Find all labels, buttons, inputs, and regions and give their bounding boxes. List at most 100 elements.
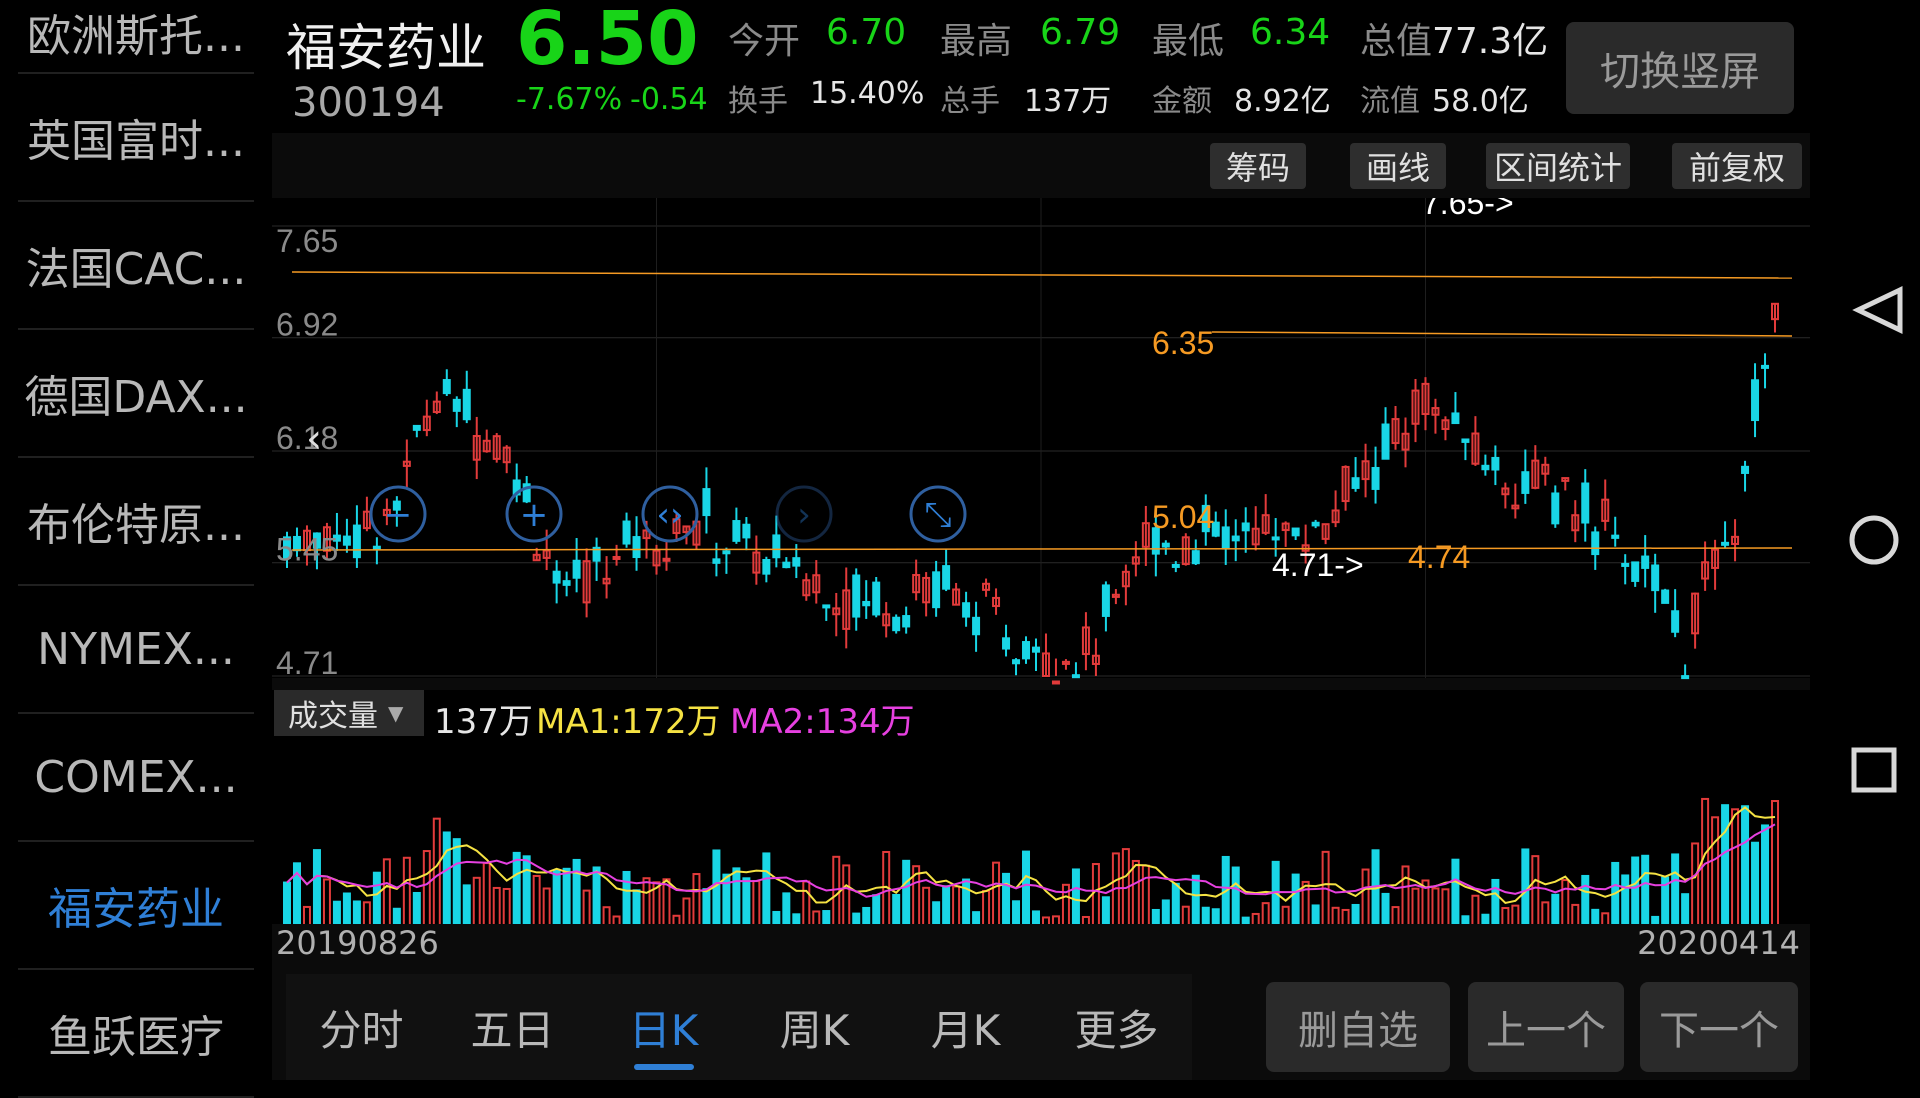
y-tick-label: 6.92 — [276, 307, 338, 343]
candle-body — [1521, 471, 1530, 494]
tab-more[interactable]: 更多 — [1041, 974, 1192, 1080]
candle-body — [1012, 659, 1021, 665]
volume-bar — [1291, 873, 1300, 924]
volume-bar — [342, 892, 351, 924]
sidebar-item[interactable]: 布伦特原... — [18, 458, 254, 586]
candle-body — [932, 571, 941, 609]
volume-bar — [512, 851, 521, 924]
previous-stock-button[interactable]: 上一个 — [1468, 982, 1624, 1072]
mcap-value: 77.3亿 — [1432, 21, 1549, 62]
candle-body — [782, 561, 791, 569]
volume-bar — [1481, 913, 1490, 924]
volume-bar — [442, 831, 451, 924]
open-label: 今开 — [728, 21, 801, 62]
candle-body — [942, 565, 951, 590]
candle-body — [1621, 562, 1630, 567]
volume-bar — [1311, 904, 1320, 924]
tab-monthly-k[interactable]: 月K — [890, 974, 1041, 1080]
volume-bar — [1581, 874, 1590, 924]
change-amount: -0.54 — [630, 82, 708, 117]
volume-bar — [1551, 893, 1560, 924]
price-adjust-button[interactable]: 前复权 — [1672, 143, 1802, 189]
kline-chart[interactable]: 7.656.926.185.454.71 7.65->6.355.044.71-… — [272, 198, 1810, 924]
volume-bar — [312, 849, 321, 924]
volume-bar — [822, 910, 831, 924]
candle-body — [352, 524, 361, 559]
sidebar-item-active[interactable]: 福安药业 — [18, 842, 254, 970]
candle-body — [1191, 550, 1200, 565]
candle-body — [1651, 564, 1660, 592]
remove-watchlist-button[interactable]: 删自选 — [1266, 982, 1450, 1072]
candle-body — [1241, 522, 1250, 532]
range-stats-button[interactable]: 区间统计 — [1486, 143, 1630, 189]
sidebar-item[interactable]: NYMEX... — [18, 586, 254, 714]
volume-bar — [592, 866, 601, 924]
sidebar-item[interactable]: 法国CAC... — [18, 202, 254, 330]
next-stock-button[interactable]: 下一个 — [1640, 982, 1798, 1072]
candle-body — [1461, 438, 1470, 443]
candle-body — [1311, 521, 1320, 527]
volume-bar — [1631, 856, 1640, 924]
recents-icon[interactable] — [1851, 747, 1897, 793]
chips-button[interactable]: 筹码 — [1210, 143, 1306, 189]
sidebar-item[interactable]: 欧洲斯托... — [18, 0, 254, 74]
candle-body — [1671, 610, 1680, 633]
amount-value: 8.92亿 — [1234, 84, 1331, 119]
home-icon[interactable] — [1849, 515, 1899, 565]
candle-body — [852, 574, 861, 618]
price-annotation: 4.74 — [1408, 539, 1470, 575]
candle-body — [772, 534, 781, 559]
tab-intraday[interactable]: 分时 — [286, 974, 437, 1080]
candle-body — [1721, 541, 1730, 546]
sidebar-item[interactable]: COMEX... — [18, 714, 254, 842]
draw-line-button[interactable]: 画线 — [1350, 143, 1446, 189]
candle-body — [442, 379, 451, 395]
volume-bar — [702, 888, 711, 924]
indicator-select[interactable]: 成交量 ▼ — [274, 690, 424, 736]
y-tick-label: 4.71 — [276, 645, 338, 681]
candle-body — [872, 581, 881, 616]
float-value: 58.0亿 — [1432, 84, 1529, 119]
volume-bar — [1161, 899, 1170, 924]
amount-label: 金额 — [1152, 84, 1212, 119]
candle-body — [862, 600, 871, 607]
stock-name: 福安药业 — [286, 19, 486, 77]
volume-bar — [1101, 896, 1110, 924]
candle-body — [1381, 423, 1390, 460]
candle-body — [372, 545, 381, 550]
candle-body — [762, 559, 771, 575]
volume-bar — [462, 884, 471, 924]
sidebar-item[interactable]: 英国富时... — [18, 74, 254, 202]
candle-body — [822, 604, 831, 609]
candle-body — [1101, 584, 1110, 617]
volume-bar — [1012, 900, 1021, 924]
volume-bar — [1032, 910, 1040, 924]
volume-bar — [1681, 893, 1690, 924]
tab-five-day[interactable]: 五日 — [437, 974, 588, 1080]
tab-daily-k[interactable]: 日K — [588, 974, 739, 1080]
chevron-left-icon[interactable]: ‹ — [306, 416, 322, 462]
volume-bar — [1351, 903, 1360, 924]
volume-bar — [632, 889, 641, 924]
volume-bar — [792, 913, 801, 924]
volume-bar — [902, 859, 911, 924]
price-annotation: 7.65-> — [1422, 198, 1514, 221]
tab-weekly-k[interactable]: 周K — [739, 974, 890, 1080]
back-icon[interactable] — [1852, 286, 1903, 334]
volume-bar — [1461, 915, 1470, 924]
candle-body — [1681, 675, 1690, 680]
switch-portrait-button[interactable]: 切换竖屏 — [1566, 22, 1794, 114]
volume-ma1: MA1:172万 — [536, 702, 721, 742]
volume-bar — [742, 877, 751, 924]
candle-body — [1741, 465, 1750, 474]
volume-bar — [1381, 892, 1390, 924]
sidebar-item[interactable]: 德国DAX... — [18, 330, 254, 458]
volume-bar — [352, 900, 361, 924]
zoom-in-icon-glyph: + — [520, 495, 549, 535]
sidebar-item[interactable]: 鱼跃医疗 — [18, 970, 254, 1098]
volume-bar — [1641, 854, 1650, 924]
candle-body — [962, 602, 971, 618]
candle-body — [1591, 531, 1600, 556]
volume-ma2: MA2:134万 — [730, 702, 915, 742]
candle-body — [1631, 561, 1640, 582]
